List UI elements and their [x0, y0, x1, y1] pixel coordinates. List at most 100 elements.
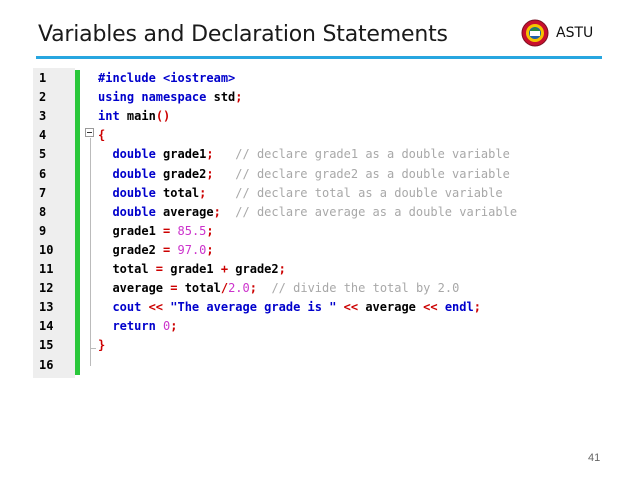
code-token: 97.0 [170, 242, 207, 257]
code-token: double [98, 166, 156, 181]
line-number: 4 [39, 128, 47, 143]
code-line: 9 grade1 = 85.5; [33, 222, 603, 241]
code-token: grade1 [163, 262, 221, 276]
code-token: = [155, 262, 164, 276]
title-divider [36, 56, 602, 59]
code-token: return [98, 319, 156, 334]
code-text: #include <iostream> [98, 69, 235, 88]
code-token: average [98, 281, 171, 296]
code-token: ; [206, 166, 214, 181]
code-token: average [358, 300, 424, 315]
code-token: grade2 [98, 242, 164, 257]
code-token: { [98, 128, 106, 143]
code-token: grade1 [98, 223, 164, 238]
code-token: total [155, 185, 200, 200]
code-token: << [343, 300, 359, 315]
line-number: 8 [39, 204, 47, 219]
code-line: 16 [33, 356, 603, 375]
code-token: // declare average as a double variable [220, 204, 518, 219]
line-number: 14 [39, 319, 54, 334]
code-line: 3 int main() [33, 107, 603, 126]
code-text: double average; // declare average as a … [98, 203, 517, 222]
code-text: double grade2; // declare grade2 as a do… [98, 165, 510, 184]
university-logo [521, 19, 549, 47]
line-number: 6 [39, 166, 47, 181]
code-token: + [220, 262, 229, 276]
code-line: 11 total = grade1 + grade2; [33, 260, 603, 279]
page-number: 41 [588, 452, 601, 464]
code-text: return 0; [98, 317, 177, 336]
code-token: std [206, 90, 236, 105]
code-token: << [148, 300, 164, 315]
code-token: total [177, 281, 221, 296]
code-token: () [155, 109, 171, 124]
code-text: cout << "The average grade is " << avera… [98, 298, 481, 317]
code-text: double grade1; // declare grade1 as a do… [98, 145, 510, 164]
code-token: // declare grade2 as a double variable [213, 166, 510, 181]
line-number: 13 [39, 300, 54, 315]
code-token: // declare grade1 as a double variable [213, 147, 510, 162]
code-editor: 1 #include <iostream> 2 using namespace std… [33, 68, 603, 378]
code-token: 0 [155, 319, 171, 334]
code-token: } [98, 338, 106, 353]
code-text: int main() [98, 107, 170, 126]
code-text: using namespace std; [98, 88, 243, 107]
code-token: // declare total as a double variable [206, 185, 503, 200]
code-token: ; [206, 147, 214, 162]
code-token: double [98, 185, 156, 200]
code-token: cout [98, 300, 149, 315]
code-token: main [119, 109, 156, 124]
code-token: ; [249, 281, 257, 296]
code-token: ; [235, 90, 243, 105]
code-token: average [155, 204, 214, 219]
code-line: 2 using namespace std; [33, 88, 603, 107]
code-token: grade1 [155, 147, 207, 162]
code-text: average = total/2.0; // divide the total… [98, 279, 459, 298]
code-token: "The average grade is " [163, 300, 344, 315]
code-token: #include <iostream> [98, 71, 236, 85]
code-token: int [98, 109, 120, 124]
page-title: Variables and Declaration Statements [38, 22, 448, 47]
code-line: 7 double total; // declare total as a do… [33, 184, 603, 203]
line-number: 1 [39, 71, 47, 85]
code-line: 1 #include <iostream> [33, 69, 603, 88]
line-number: 16 [39, 357, 54, 372]
line-number: 10 [39, 242, 54, 257]
line-number: 2 [39, 90, 47, 105]
line-number: 12 [39, 281, 54, 296]
code-text: { [98, 126, 105, 145]
code-token: ; [213, 204, 221, 219]
code-line: 10 grade2 = 97.0; [33, 241, 603, 260]
code-token: ; [473, 300, 481, 315]
line-number: 11 [39, 262, 54, 276]
code-text: total = grade1 + grade2; [98, 260, 286, 279]
code-token: // divide the total by 2.0 [257, 281, 460, 296]
code-token: << [423, 300, 438, 315]
code-token: / [220, 281, 229, 296]
code-token: ; [206, 242, 214, 257]
code-text: } [98, 336, 105, 355]
line-number: 15 [39, 338, 54, 353]
brand-label: ASTU [556, 25, 594, 41]
code-text: grade2 = 97.0; [98, 241, 214, 260]
code-line: 4{ [33, 126, 603, 145]
code-token: 2.0 [228, 281, 250, 296]
code-token: double [98, 147, 156, 162]
code-line: 15} [33, 336, 603, 355]
code-token: grade2 [228, 262, 279, 276]
code-token: ; [206, 223, 214, 238]
line-number: 9 [39, 223, 47, 238]
line-number: 3 [39, 109, 47, 124]
code-line: 6 double grade2; // declare grade2 as a … [33, 165, 603, 184]
code-token: grade2 [155, 166, 207, 181]
line-number: 7 [39, 185, 47, 200]
line-number: 5 [39, 147, 47, 162]
code-token: ; [170, 319, 178, 334]
code-token: endl [437, 300, 474, 315]
code-token: using namespace [98, 90, 207, 105]
code-line: 13 cout << "The average grade is " << av… [33, 298, 603, 317]
code-text: double total; // declare total as a doub… [98, 184, 503, 203]
code-token: double [98, 204, 156, 219]
code-line: 12 average = total/2.0; // divide the to… [33, 279, 603, 298]
code-token: ; [278, 262, 286, 276]
